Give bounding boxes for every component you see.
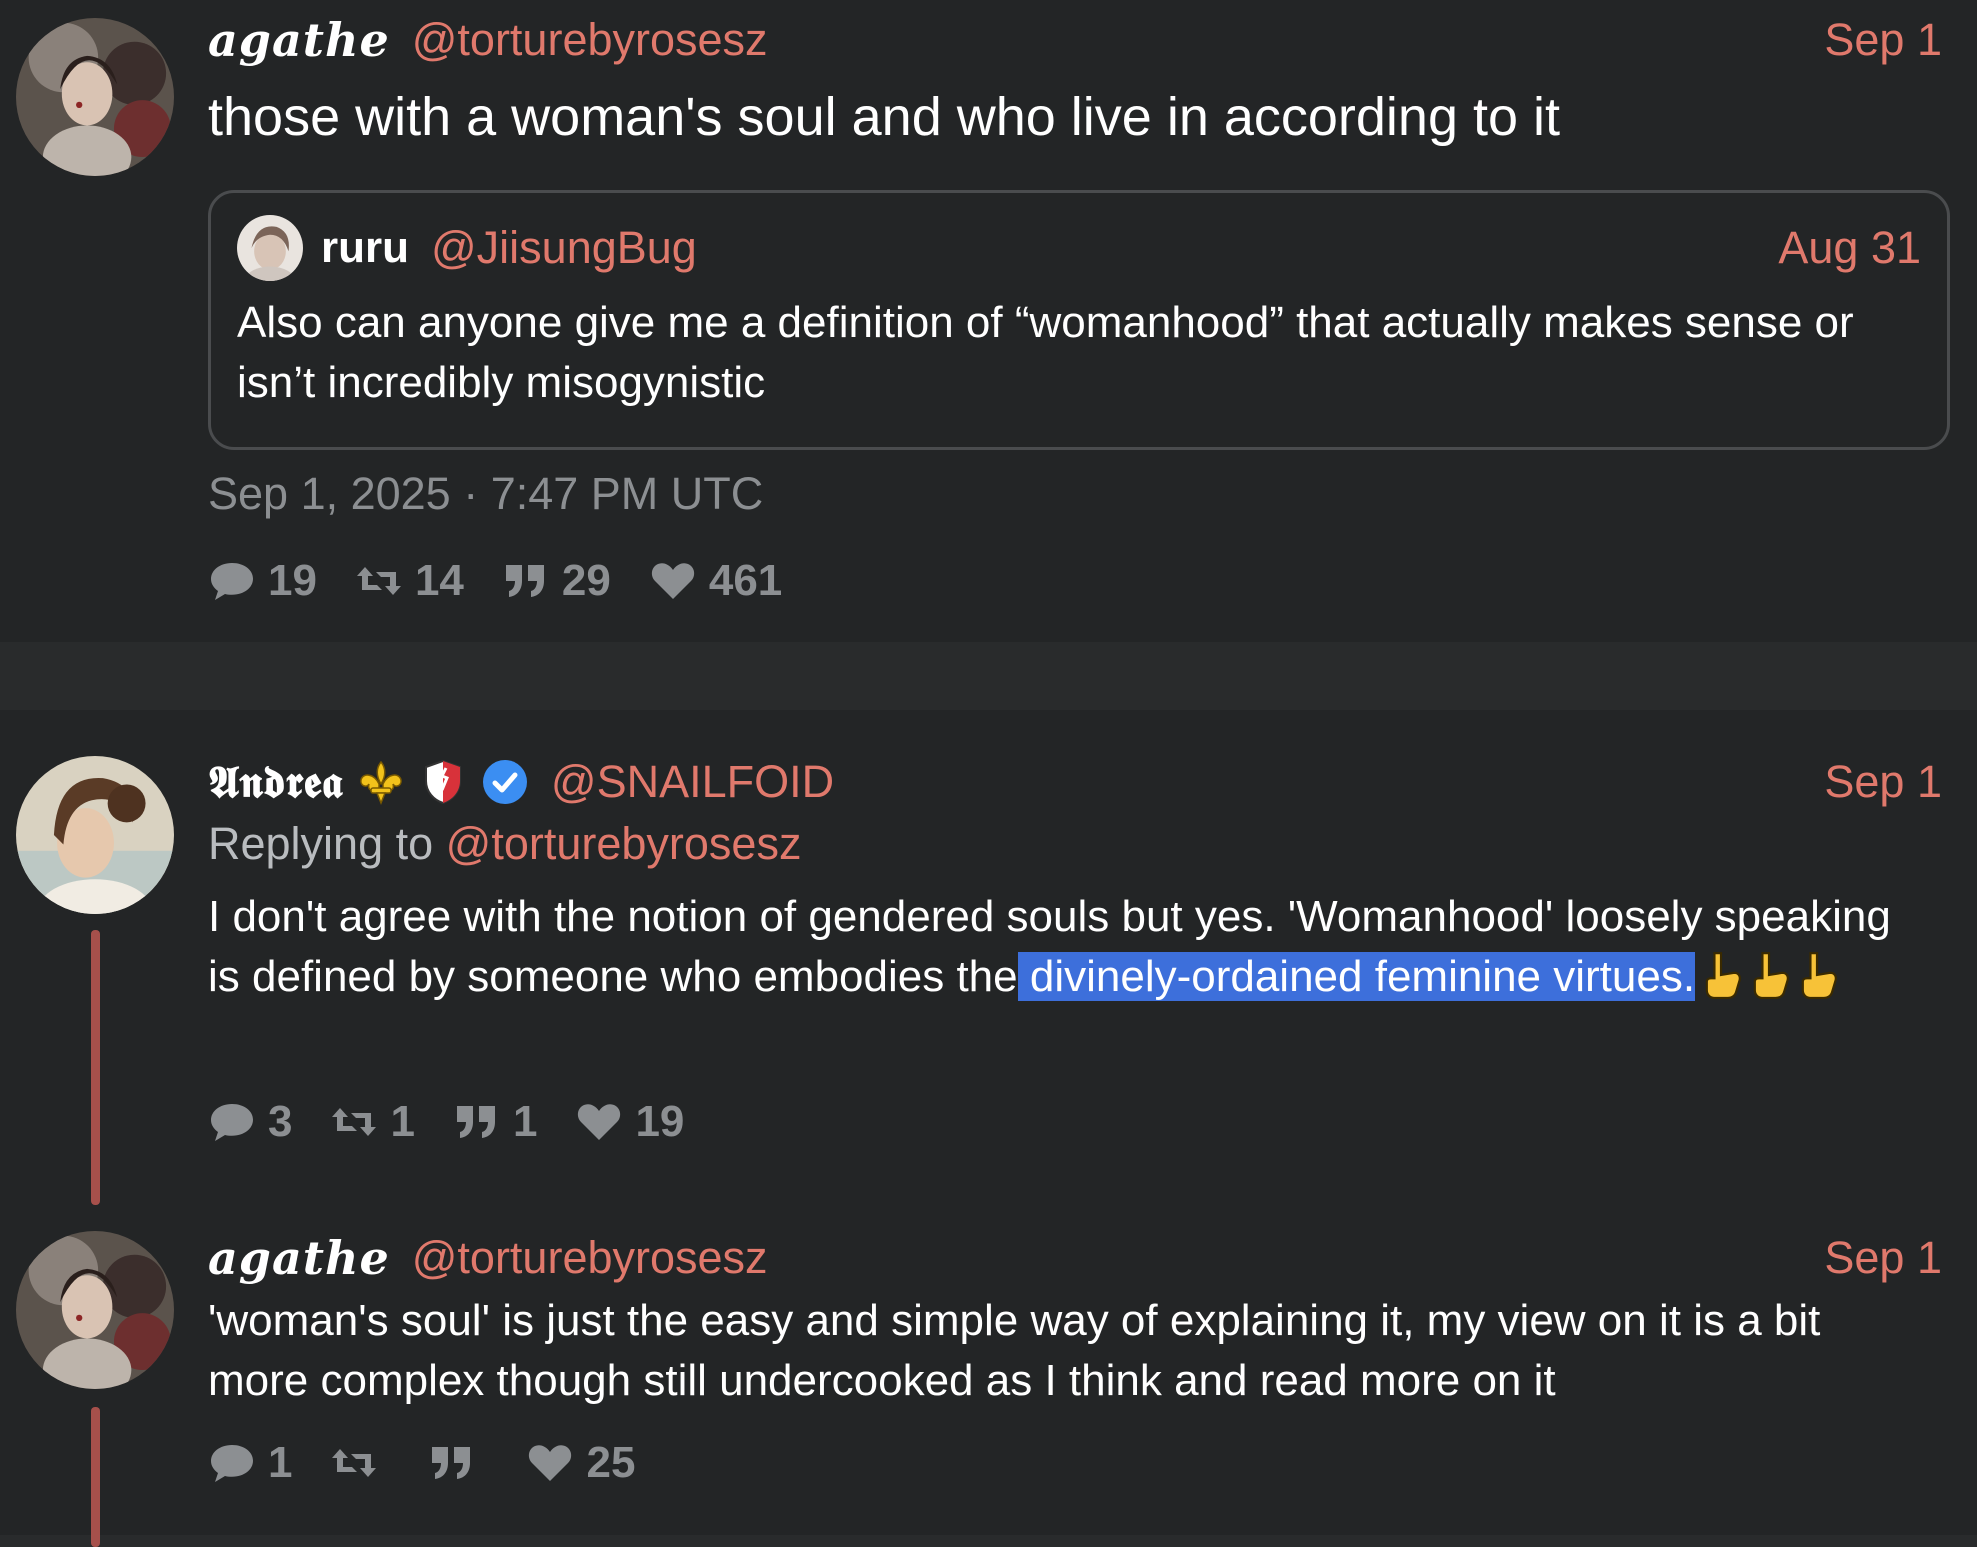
quote-button[interactable]: 1: [453, 1097, 537, 1147]
like-button[interactable]: 461: [649, 556, 782, 606]
quote-icon: [432, 1447, 471, 1479]
avatar-image: [16, 756, 174, 914]
quote-icon: [456, 1106, 495, 1138]
tweet-text: I don't agree with the notion of gendere…: [208, 887, 1932, 1007]
user-handle[interactable]: @SNAILFOID: [551, 756, 834, 808]
tweet-stats: 3 1 1 19: [208, 1094, 722, 1150]
like-button[interactable]: 25: [526, 1438, 635, 1488]
retweet-button[interactable]: 14: [355, 556, 464, 606]
main-tweet[interactable]: agathe @torturebyrosesz Sep 1 those with…: [0, 0, 1977, 642]
separator: [0, 642, 1977, 710]
reply-count: 19: [268, 556, 317, 605]
heart-icon: [651, 563, 694, 599]
selected-text: divinely-ordained feminine virtues.: [1017, 952, 1696, 1001]
tweet-text: 'woman's soul' is just the easy and simp…: [208, 1296, 1821, 1405]
tweet-date[interactable]: Sep 1: [1824, 1232, 1942, 1284]
comment-icon: [211, 563, 253, 600]
pointing-down-emoji: [1705, 952, 1741, 999]
replying-to-label: Replying to: [208, 818, 434, 869]
quoted-avatar[interactable]: [237, 215, 303, 281]
quote-count: 1: [512, 1097, 538, 1146]
like-button[interactable]: 19: [575, 1097, 684, 1147]
display-name[interactable]: agathe: [208, 13, 390, 67]
retweet-icon: [332, 1449, 377, 1477]
display-name[interactable]: 𝕬𝖓𝖉𝖗𝖊𝖆: [208, 757, 343, 808]
avatar-image: [16, 18, 174, 176]
retweet-count: 14: [414, 556, 464, 605]
heart-icon: [529, 1445, 572, 1481]
pointing-down-emoji: [1753, 952, 1789, 999]
tweet-stats: 1 25: [208, 1435, 673, 1491]
quote-icon: [505, 565, 544, 597]
display-name[interactable]: agathe: [208, 1231, 390, 1285]
avatar[interactable]: [16, 18, 174, 176]
pointing-down-emoji: [1801, 952, 1837, 999]
reply-count: 3: [268, 1097, 293, 1146]
heart-icon: [578, 1104, 621, 1140]
comment-icon: [211, 1104, 253, 1141]
retweet-button[interactable]: [330, 1441, 390, 1485]
quoted-avatar-image: [237, 215, 303, 281]
tweet-text: those with a woman's soul and who live i…: [208, 87, 1561, 147]
reply-count: 1: [268, 1438, 293, 1487]
reply-button[interactable]: 19: [208, 556, 317, 606]
like-count: 461: [708, 556, 783, 605]
like-count: 25: [586, 1438, 636, 1487]
replying-to-handle[interactable]: @torturebyrosesz: [446, 818, 802, 869]
avatar[interactable]: [16, 756, 174, 914]
quote-button[interactable]: [428, 1441, 488, 1485]
avatar-image: [16, 1231, 174, 1389]
replying-to: Replying to @torturebyrosesz: [208, 814, 1932, 874]
quote-button[interactable]: 29: [502, 556, 611, 606]
tweet-stats: 19 14 29 461: [208, 553, 820, 609]
reply-button[interactable]: 3: [208, 1097, 292, 1147]
quoted-tweet-date[interactable]: Aug 31: [1778, 222, 1921, 274]
avatar[interactable]: [16, 1231, 174, 1389]
retweet-count: 1: [390, 1097, 415, 1146]
fleur-de-lis-emoji: [360, 760, 402, 806]
user-handle[interactable]: @torturebyrosesz: [412, 1232, 768, 1284]
reply-thread: 𝕬𝖓𝖉𝖗𝖊𝖆 @SNAILFOID Sep 1 Replying to @tor…: [0, 710, 1977, 1547]
verified-badge-icon: [482, 760, 527, 804]
tweet-date[interactable]: Sep 1: [1824, 14, 1942, 66]
comment-icon: [211, 1445, 253, 1482]
quoted-tweet[interactable]: ruru @JiisungBug Aug 31 Also can anyone …: [208, 190, 1950, 450]
tweet-date[interactable]: Sep 1: [1824, 756, 1942, 808]
retweet-icon: [332, 1108, 377, 1136]
reply-button[interactable]: 1: [208, 1438, 292, 1488]
retweet-button[interactable]: 1: [330, 1097, 415, 1147]
quote-count: 29: [561, 556, 611, 605]
thread-line: [91, 930, 100, 1205]
quoted-user-handle[interactable]: @JiisungBug: [431, 222, 697, 274]
shield-emoji: [424, 759, 461, 805]
retweet-icon: [356, 567, 401, 595]
quoted-display-name[interactable]: ruru: [321, 223, 409, 273]
thread-line: [91, 1407, 100, 1547]
like-count: 19: [635, 1097, 685, 1146]
tweet-timestamp[interactable]: Sep 1, 2025 · 7:47 PM UTC: [208, 468, 763, 520]
user-handle[interactable]: @torturebyrosesz: [412, 14, 768, 66]
quoted-tweet-text: Also can anyone give me a definition of …: [237, 298, 1854, 407]
